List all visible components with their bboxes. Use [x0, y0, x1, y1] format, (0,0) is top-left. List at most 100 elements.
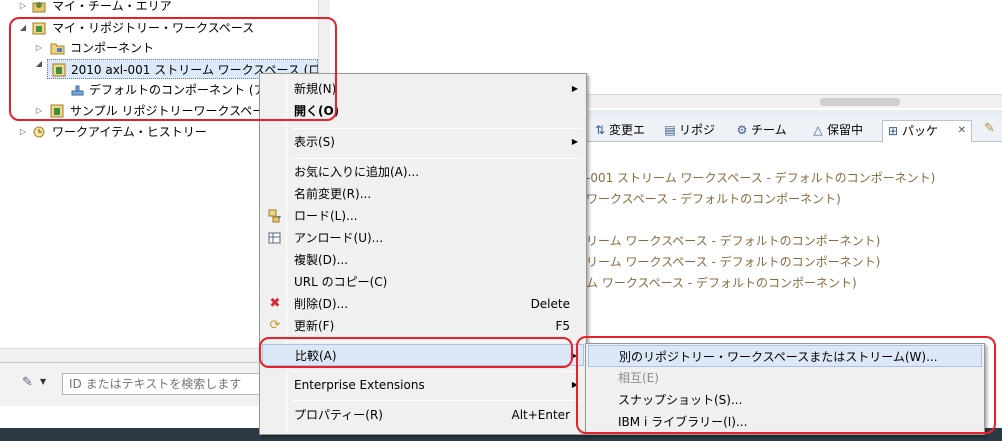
menu-label: 表示(S) — [294, 135, 335, 149]
compare-submenu: 別のリポジトリー・ワークスペースまたはストリーム(W)... 相互(E) スナッ… — [585, 343, 985, 435]
editor-horizontal-scrollbar[interactable] — [560, 94, 1002, 108]
submenu-arrow-icon: ▶ — [571, 137, 578, 146]
menu-label: 名前変更(R)... — [294, 187, 372, 201]
expand-arrow-icon[interactable]: ▷ — [34, 38, 44, 58]
tree-item-label: サンプル リポジトリーワークスペー — [70, 104, 265, 118]
menu-label: アンロード(U)... — [294, 231, 384, 245]
tree-item-my-repository-workspaces[interactable]: ◢ マイ・リポジトリー・ワークスペース — [0, 18, 318, 38]
menu-separator — [292, 128, 582, 129]
menu-item-show[interactable]: 表示(S) ▶ — [262, 131, 584, 153]
tab-team[interactable]: ⚙ チーム — [736, 120, 787, 142]
tab-label: パッケ — [902, 124, 939, 138]
menu-accelerator: Alt+Enter — [511, 408, 570, 422]
result-line[interactable]: ム ワークスペース - デフォルトのコンポーネント) — [586, 274, 857, 291]
search-options-icon[interactable]: ✎ — [22, 375, 33, 390]
result-line[interactable]: -001 ストリーム ワークスペース - デフォルトのコンポーネント) — [586, 169, 935, 186]
menu-item-properties[interactable]: プロパティー(R) Alt+Enter — [262, 404, 584, 426]
submenu-arrow-icon: ▶ — [571, 380, 578, 389]
expand-arrow-icon[interactable]: ▷ — [18, 0, 28, 16]
tree-item-label: コンポーネント — [70, 41, 155, 55]
submenu-item-mutual: 相互(E) — [588, 367, 982, 389]
menu-label: URL のコピー(C) — [294, 275, 388, 289]
result-line[interactable]: ワークスペース - デフォルトのコンポーネント) — [586, 190, 841, 207]
tab-label: チーム — [751, 123, 787, 137]
tree-item-label: デフォルトのコンポーネント (ア — [89, 83, 266, 97]
refresh-icon: ⟳ — [269, 318, 281, 333]
menu-label: お気に入りに追加(A)... — [294, 165, 420, 179]
expand-arrow-icon[interactable]: ▷ — [34, 101, 44, 121]
tab-label: 保留中 — [827, 123, 864, 137]
submenu-arrow-icon: ▶ — [571, 84, 578, 93]
result-line[interactable]: リーム ワークスペース - デフォルトのコンポーネント) — [586, 232, 880, 249]
tab-package-explorer[interactable]: ⊞ パッケ ✕ — [882, 120, 972, 142]
menu-label: ロード(L)... — [294, 209, 358, 223]
workspace-icon — [52, 63, 66, 77]
menu-item-refresh[interactable]: ⟳ 更新(F) F5 — [262, 315, 584, 337]
team-icon: ⚙ — [736, 123, 748, 137]
tree-item-label: マイ・チーム・エリア — [52, 0, 172, 13]
menu-label: 複製(D)... — [294, 253, 349, 267]
menu-item-compare[interactable]: 比較(A) ▶ — [262, 344, 584, 366]
menu-item-copy-url[interactable]: URL のコピー(C) — [262, 271, 584, 293]
tab-repository-files[interactable]: ▤ リポジ — [664, 120, 715, 142]
close-icon[interactable]: ✕ — [958, 121, 966, 141]
menu-label: 新規(N) — [294, 82, 337, 96]
repository-files-icon: ▤ — [664, 123, 676, 137]
overflow-icon[interactable]: ✎ — [984, 121, 995, 136]
dropdown-arrow-icon[interactable]: ▼ — [40, 377, 46, 386]
results-list: -001 ストリーム ワークスペース - デフォルトのコンポーネント) ワークス… — [586, 143, 1002, 335]
tab-pending-changes[interactable]: ⇅ 変更エ — [594, 120, 645, 142]
pending-icon: △ — [813, 123, 823, 137]
menu-item-unload[interactable]: アンロード(U)... — [262, 227, 584, 249]
load-icon — [268, 209, 281, 223]
repository-workspace-icon — [32, 22, 46, 35]
menu-label: 相互(E) — [618, 371, 659, 385]
menu-label: 別のリポジトリー・ワークスペースまたはストリーム(W)... — [619, 350, 938, 364]
component-icon — [71, 85, 84, 96]
scrollbar-thumb[interactable] — [820, 98, 900, 106]
submenu-item-other-workspace[interactable]: 別のリポジトリー・ワークスペースまたはストリーム(W)... — [588, 345, 982, 367]
submenu-item-snapshot[interactable]: スナップショット(S)... — [588, 389, 982, 411]
component-folder-icon — [50, 43, 65, 55]
menu-item-delete[interactable]: ✖ 削除(D)... Delete — [262, 293, 584, 315]
collapse-arrow-icon[interactable]: ◢ — [34, 59, 44, 79]
expand-arrow-icon[interactable]: ▷ — [18, 122, 28, 142]
menu-separator — [292, 400, 582, 401]
tab-label: リポジ — [679, 123, 716, 137]
context-menu: 新規(N) ▶ 開く(O) 表示(S) ▶ お気に入りに追加(A)... 名前変… — [259, 73, 587, 435]
submenu-arrow-icon: ▶ — [570, 351, 577, 360]
menu-label: IBM i ライブラリー(I)... — [618, 415, 748, 429]
menu-accelerator: Delete — [530, 297, 570, 311]
menu-label: 比較(A) — [295, 349, 337, 363]
menu-item-add-favorite[interactable]: お気に入りに追加(A)... — [262, 161, 584, 183]
tab-pending[interactable]: △ 保留中 — [812, 120, 863, 142]
menu-label: プロパティー(R) — [294, 408, 383, 422]
menu-item-duplicate[interactable]: 複製(D)... — [262, 249, 584, 271]
delete-icon: ✖ — [269, 296, 281, 311]
tree-item-label: マイ・リポジトリー・ワークスペース — [52, 21, 255, 35]
menu-separator — [292, 341, 582, 342]
menu-item-rename[interactable]: 名前変更(R)... — [262, 183, 584, 205]
team-area-icon — [32, 2, 46, 13]
menu-item-open[interactable]: 開く(O) — [262, 100, 584, 122]
submenu-item-ibm-i-library[interactable]: IBM i ライブラリー(I)... — [588, 411, 982, 433]
menu-item-enterprise-extensions[interactable]: Enterprise Extensions ▶ — [262, 374, 584, 396]
pending-changes-icon: ⇅ — [594, 123, 606, 137]
collapse-arrow-icon[interactable]: ◢ — [18, 18, 28, 38]
tree-item-components[interactable]: ▷ コンポーネント — [0, 38, 318, 58]
menu-label: 更新(F) — [294, 319, 335, 333]
tab-label: 変更エ — [609, 123, 646, 137]
menu-label: 開く(O) — [294, 104, 340, 118]
view-tabs: ⇅ 変更エ ▤ リポジ ⚙ チーム △ 保留中 ⊞ パッケ ✕ ✎ — [586, 118, 1002, 142]
unload-icon — [268, 232, 281, 244]
workspace-icon — [50, 104, 64, 118]
result-line[interactable]: リーム ワークスペース - デフォルトのコンポーネント) — [586, 253, 880, 270]
menu-item-load[interactable]: ロード(L)... — [262, 205, 584, 227]
menu-label: スナップショット(S)... — [618, 393, 743, 407]
tree-item-team-area[interactable]: ▷ マイ・チーム・エリア — [0, 0, 318, 16]
menu-item-new[interactable]: 新規(N) ▶ — [262, 78, 584, 100]
menu-separator — [292, 158, 582, 159]
eclipse-window: ▷ マイ・チーム・エリア ◢ マイ・リポジトリー・ワークスペース ▷ コンポーネ… — [0, 0, 1002, 441]
package-explorer-icon: ⊞ — [887, 124, 899, 138]
menu-label: 削除(D)... — [294, 297, 349, 311]
